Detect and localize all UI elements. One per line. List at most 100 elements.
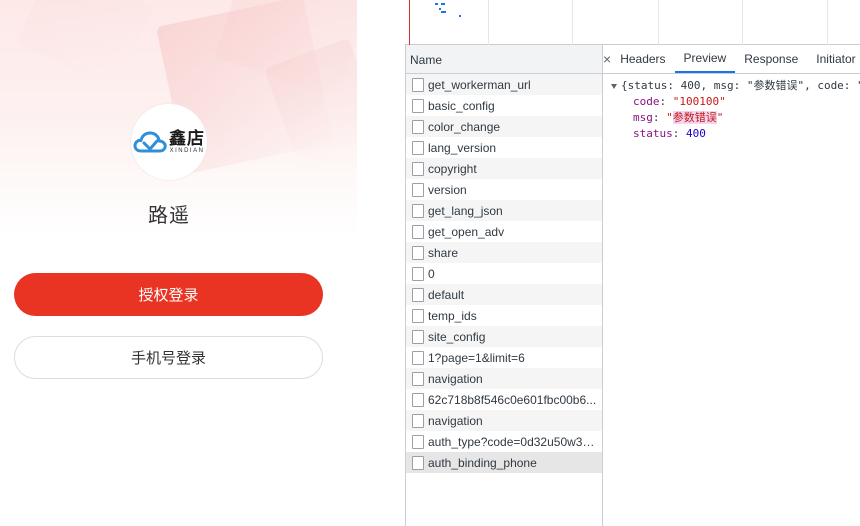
request-row[interactable]: copyright: [406, 158, 603, 179]
request-name: temp_ids: [428, 308, 477, 323]
request-name: navigation: [428, 413, 483, 428]
request-checkbox-icon[interactable]: [412, 119, 424, 134]
request-row[interactable]: auth_binding_phone: [406, 452, 603, 473]
request-row[interactable]: lang_version: [406, 137, 603, 158]
request-checkbox-icon[interactable]: [412, 455, 424, 470]
request-checkbox-icon[interactable]: [412, 371, 424, 386]
load-marker: [409, 0, 410, 45]
request-name: 0: [428, 266, 435, 281]
request-checkbox-icon[interactable]: [412, 98, 424, 113]
json-value-quote: ": [666, 111, 673, 124]
background-decoration: [16, 0, 154, 90]
request-checkbox-icon[interactable]: [412, 287, 424, 302]
json-key: status: [633, 127, 673, 140]
name-column-header[interactable]: Name: [406, 45, 603, 74]
request-row[interactable]: temp_ids: [406, 305, 603, 326]
request-checkbox-icon[interactable]: [412, 350, 424, 365]
json-key: msg: [633, 111, 653, 124]
waterfall-gridline: [827, 0, 828, 45]
request-row[interactable]: version: [406, 179, 603, 200]
tab-response[interactable]: Response: [735, 45, 807, 73]
json-field-status: status: 400: [633, 127, 706, 140]
json-preview: {status: 400, msg: "参数错误", code: "100100…: [603, 74, 860, 142]
json-field-code: code: "100100": [633, 95, 726, 108]
request-row[interactable]: get_lang_json: [406, 200, 603, 221]
request-checkbox-icon[interactable]: [412, 77, 424, 92]
request-checkbox-icon[interactable]: [412, 245, 424, 260]
phone-login-button[interactable]: 手机号登录: [14, 336, 323, 379]
request-detail-pane: × Headers Preview Response Initiator {st…: [603, 45, 860, 526]
request-checkbox-icon[interactable]: [412, 224, 424, 239]
waterfall-bar: [441, 11, 446, 13]
request-name: 1?page=1&limit=6: [428, 350, 525, 365]
request-name: default: [428, 287, 465, 302]
request-row[interactable]: 1?page=1&limit=6: [406, 347, 603, 368]
tab-initiator[interactable]: Initiator: [807, 45, 860, 73]
request-row[interactable]: 0: [406, 263, 603, 284]
json-value: "100100": [672, 95, 726, 108]
mobile-login-panel: 鑫店 XINDIAN 路遥 授权登录 手机号登录: [0, 0, 357, 526]
request-name: share: [428, 245, 459, 260]
waterfall-bar: [441, 3, 445, 5]
request-row[interactable]: navigation: [406, 410, 603, 431]
app-name: 路遥: [148, 205, 190, 227]
request-name: navigation: [428, 371, 483, 386]
request-row[interactable]: default: [406, 284, 603, 305]
json-value: 400: [686, 127, 706, 140]
request-checkbox-icon[interactable]: [412, 266, 424, 281]
json-value-quote: ": [716, 111, 724, 124]
request-row[interactable]: share: [406, 242, 603, 263]
request-name: get_open_adv: [428, 224, 505, 239]
json-summary: {status: 400, msg: "参数错误", code: "100100…: [621, 79, 860, 92]
request-name: copyright: [428, 161, 477, 176]
request-row[interactable]: site_config: [406, 326, 603, 347]
logo-subtext: XINDIAN: [169, 147, 205, 154]
request-name: auth_binding_phone: [428, 455, 537, 470]
tab-headers[interactable]: Headers: [611, 45, 674, 73]
request-name: color_change: [428, 119, 501, 134]
json-value-highlighted: 参数错误: [672, 111, 717, 124]
request-checkbox-icon[interactable]: [412, 161, 424, 176]
request-row[interactable]: 62c718b8f546c0e601fbc00b6...: [406, 389, 603, 410]
request-name: auth_type?code=0d32u50w3V...: [428, 434, 598, 449]
request-name: basic_config: [428, 98, 495, 113]
cloud-logo-icon: [133, 131, 167, 153]
request-row[interactable]: color_change: [406, 116, 603, 137]
request-checkbox-icon[interactable]: [412, 329, 424, 344]
request-checkbox-icon[interactable]: [412, 392, 424, 407]
authorize-login-button[interactable]: 授权登录: [14, 273, 323, 316]
app-logo: 鑫店 XINDIAN: [131, 104, 207, 180]
request-row[interactable]: get_open_adv: [406, 221, 603, 242]
waterfall-bar: [439, 8, 441, 10]
network-waterfall[interactable]: [405, 0, 860, 45]
waterfall-bar: [459, 15, 461, 17]
waterfall-gridline: [658, 0, 659, 45]
waterfall-gridline: [572, 0, 573, 45]
request-name: site_config: [428, 329, 486, 344]
request-checkbox-icon[interactable]: [412, 182, 424, 197]
request-name: lang_version: [428, 140, 497, 155]
request-name: 62c718b8f546c0e601fbc00b6...: [428, 392, 597, 407]
request-row[interactable]: get_workerman_url: [406, 74, 603, 95]
request-row[interactable]: auth_type?code=0d32u50w3V...: [406, 431, 603, 452]
request-name: version: [428, 182, 467, 197]
detail-tab-bar: × Headers Preview Response Initiator: [603, 45, 860, 74]
tab-preview[interactable]: Preview: [674, 45, 736, 73]
pane-gap: [357, 0, 405, 526]
request-checkbox-icon[interactable]: [412, 434, 424, 449]
request-row[interactable]: navigation: [406, 368, 603, 389]
json-field-msg: msg: "参数错误": [633, 111, 724, 124]
request-checkbox-icon[interactable]: [412, 413, 424, 428]
request-checkbox-icon[interactable]: [412, 140, 424, 155]
waterfall-gridline: [488, 0, 489, 45]
request-name: get_lang_json: [428, 203, 503, 218]
request-checkbox-icon[interactable]: [412, 308, 424, 323]
close-icon[interactable]: ×: [603, 45, 611, 73]
request-checkbox-icon[interactable]: [412, 203, 424, 218]
json-key: code: [633, 95, 660, 108]
request-name: get_workerman_url: [428, 77, 531, 92]
expand-triangle-icon[interactable]: [611, 83, 617, 89]
request-row[interactable]: basic_config: [406, 95, 603, 116]
json-root-node[interactable]: {status: 400, msg: "参数错误", code: "100100…: [611, 78, 860, 94]
request-list: Name get_workerman_url basic_config color_…: [405, 45, 603, 526]
